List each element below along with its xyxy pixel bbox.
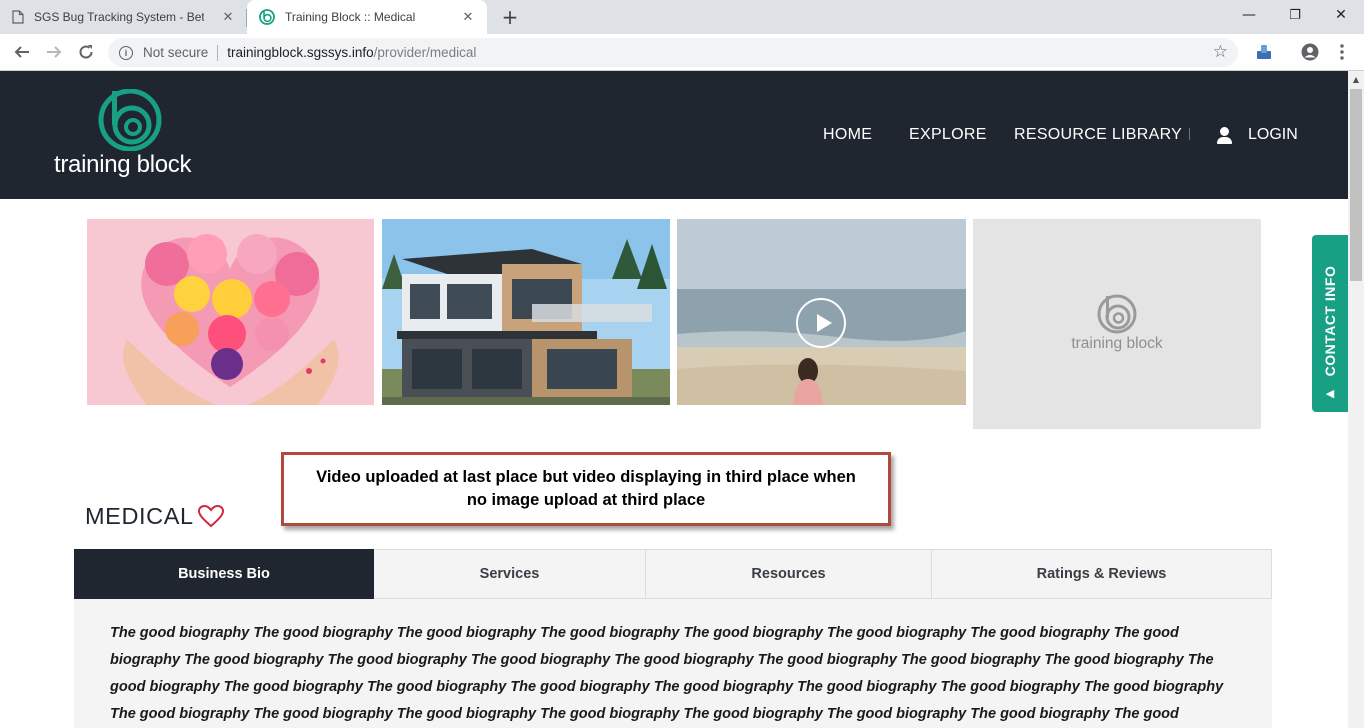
close-tab-icon[interactable]: ✕ bbox=[219, 8, 237, 26]
play-icon[interactable] bbox=[796, 298, 846, 348]
contact-info-label: CONTACT INFO bbox=[1322, 265, 1338, 377]
logo-text: training block bbox=[54, 151, 192, 178]
gallery-video-beach[interactable] bbox=[677, 219, 966, 405]
extension-button[interactable] bbox=[1250, 38, 1278, 66]
forward-button[interactable] bbox=[40, 38, 68, 66]
back-arrow-icon bbox=[14, 46, 29, 58]
page-title: MEDICAL bbox=[85, 503, 194, 529]
nav-home[interactable]: HOME bbox=[823, 126, 872, 144]
url-host: trainingblock.sgssys.info bbox=[227, 45, 374, 60]
vertical-dots-icon bbox=[1340, 44, 1344, 60]
business-bio-panel: The good biography The good biography Th… bbox=[74, 599, 1272, 728]
minimize-button[interactable]: — bbox=[1226, 0, 1272, 30]
scroll-thumb[interactable] bbox=[1350, 89, 1362, 281]
extension-icon bbox=[1257, 45, 1271, 59]
chevron-left-icon: ◀ bbox=[1325, 386, 1335, 400]
annotation-callout: Video uploaded at last place but video d… bbox=[281, 452, 891, 526]
gallery-image-house[interactable] bbox=[382, 219, 670, 405]
tab-business-bio[interactable]: Business Bio bbox=[74, 549, 374, 599]
forward-arrow-icon bbox=[47, 46, 62, 58]
info-icon[interactable]: i bbox=[119, 45, 133, 60]
tab-ratings-reviews[interactable]: Ratings & Reviews bbox=[932, 549, 1272, 599]
training-block-placeholder-logo-icon bbox=[1097, 294, 1137, 334]
scroll-up-arrow-icon[interactable]: ▲ bbox=[1348, 71, 1364, 87]
login-link[interactable]: LOGIN bbox=[1217, 126, 1298, 144]
tab-resources[interactable]: Resources bbox=[646, 549, 932, 599]
close-tab-icon[interactable]: ✕ bbox=[459, 8, 477, 26]
nav-divider bbox=[1189, 128, 1190, 140]
gallery-placeholder[interactable]: training block bbox=[973, 219, 1261, 429]
page-scrollbar[interactable]: ▲ bbox=[1348, 71, 1364, 728]
browser-tab-training-block[interactable]: Training Block :: Medical ✕ bbox=[247, 0, 487, 34]
omnibox-divider bbox=[217, 44, 219, 61]
tab-services[interactable]: Services bbox=[374, 549, 646, 599]
tab-title: Training Block :: Medical bbox=[285, 10, 416, 24]
url-path: /provider/medical bbox=[373, 45, 477, 60]
login-label: LOGIN bbox=[1248, 126, 1298, 143]
security-status[interactable]: Not secure bbox=[143, 45, 208, 60]
heart-icon[interactable] bbox=[197, 504, 225, 528]
reload-icon bbox=[79, 45, 93, 59]
bio-text: The good biography The good biography Th… bbox=[110, 625, 1224, 722]
tab-title: SGS Bug Tracking System - Beta V bbox=[34, 10, 204, 24]
nav-resource-library[interactable]: RESOURCE LIBRARY bbox=[1014, 126, 1182, 144]
placeholder-logo-text: training block bbox=[1071, 335, 1163, 352]
training-block-favicon-icon bbox=[259, 9, 275, 25]
browser-tab-strip: SGS Bug Tracking System - Beta V ✕ Train… bbox=[0, 0, 1364, 34]
close-window-button[interactable]: ✕ bbox=[1318, 0, 1364, 30]
contact-info-tab[interactable]: CONTACT INFO ◀ bbox=[1312, 235, 1348, 412]
site-header: training block HOME EXPLORE RESOURCE LIB… bbox=[0, 71, 1348, 199]
browser-tab-bug-tracker[interactable]: SGS Bug Tracking System - Beta V ✕ bbox=[0, 0, 247, 34]
bookmark-star-icon[interactable]: ☆ bbox=[1213, 42, 1228, 62]
nav-explore[interactable]: EXPLORE bbox=[909, 126, 987, 144]
document-icon bbox=[12, 10, 24, 24]
gallery-image-flowers[interactable] bbox=[87, 219, 374, 405]
flower-heart-image bbox=[87, 219, 374, 405]
address-bar[interactable]: i Not secure trainingblock.sgssys.info/p… bbox=[108, 38, 1238, 67]
reload-button[interactable] bbox=[72, 38, 100, 66]
profile-button[interactable] bbox=[1296, 38, 1324, 66]
training-block-logo-icon bbox=[98, 89, 162, 151]
new-tab-button[interactable]: + bbox=[498, 5, 522, 29]
modern-house-image bbox=[382, 219, 670, 405]
menu-button[interactable] bbox=[1328, 38, 1356, 66]
provider-tabs: Business Bio Services Resources Ratings … bbox=[74, 549, 1272, 599]
web-page: training block HOME EXPLORE RESOURCE LIB… bbox=[0, 71, 1348, 728]
site-logo[interactable]: training block bbox=[54, 89, 214, 181]
user-icon bbox=[1217, 126, 1232, 144]
back-button[interactable] bbox=[8, 38, 36, 66]
restore-button[interactable]: ❐ bbox=[1272, 0, 1318, 30]
account-circle-icon bbox=[1301, 43, 1319, 61]
browser-toolbar: i Not secure trainingblock.sgssys.info/p… bbox=[0, 34, 1364, 71]
